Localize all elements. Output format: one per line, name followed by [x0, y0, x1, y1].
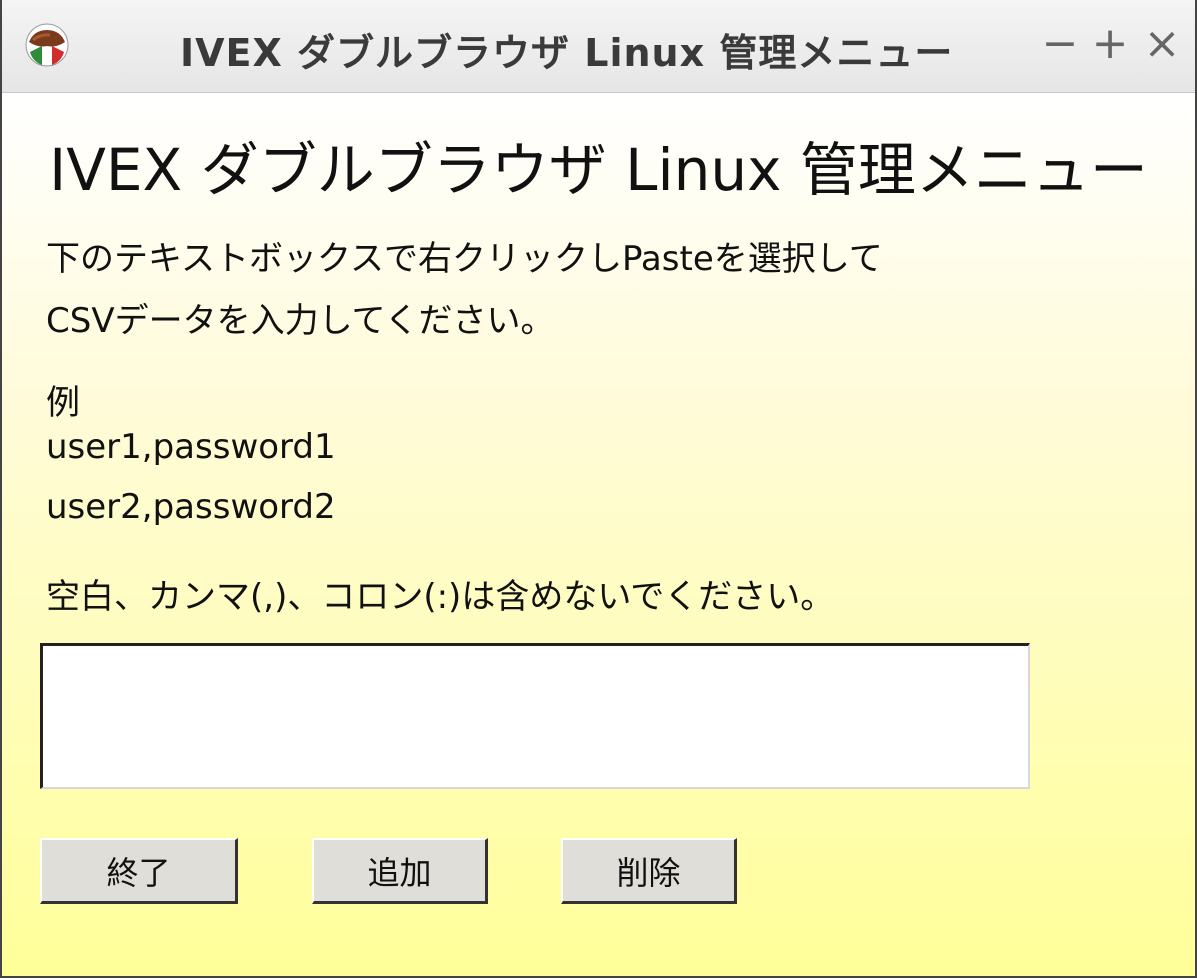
instruction-line-2: CSVデータを入力してください。 — [46, 301, 555, 341]
maximize-button[interactable]: + — [1090, 16, 1130, 72]
instruction-line-1: 下のテキストボックスで右クリックしPasteを選択して — [46, 239, 883, 279]
main-content: IVEX ダブルブラウザ Linux 管理メニュー 下のテキストボックスで右クリ… — [2, 93, 1195, 976]
title-bar[interactable]: IVEX ダブルブラウザ Linux 管理メニュー − + × — [2, 0, 1195, 93]
csv-input[interactable] — [40, 643, 1030, 789]
add-button[interactable]: 追加 — [312, 838, 488, 904]
window-title: IVEX ダブルブラウザ Linux 管理メニュー — [180, 31, 954, 75]
close-button[interactable]: × — [1142, 16, 1182, 72]
example-line-2: user2,password2 — [46, 487, 336, 527]
exit-button[interactable]: 終了 — [40, 838, 238, 904]
example-line-1: user1,password1 — [46, 427, 336, 467]
app-window: IVEX ダブルブラウザ Linux 管理メニュー − + × IVEX ダブル… — [0, 0, 1197, 978]
app-icon — [25, 23, 69, 67]
example-label: 例 — [46, 383, 80, 423]
delete-button[interactable]: 削除 — [561, 838, 737, 904]
input-note: 空白、カンマ(,)、コロン(:)は含めないでください。 — [46, 577, 835, 617]
minimize-button[interactable]: − — [1040, 16, 1080, 72]
page-title: IVEX ダブルブラウザ Linux 管理メニュー — [49, 136, 1148, 204]
